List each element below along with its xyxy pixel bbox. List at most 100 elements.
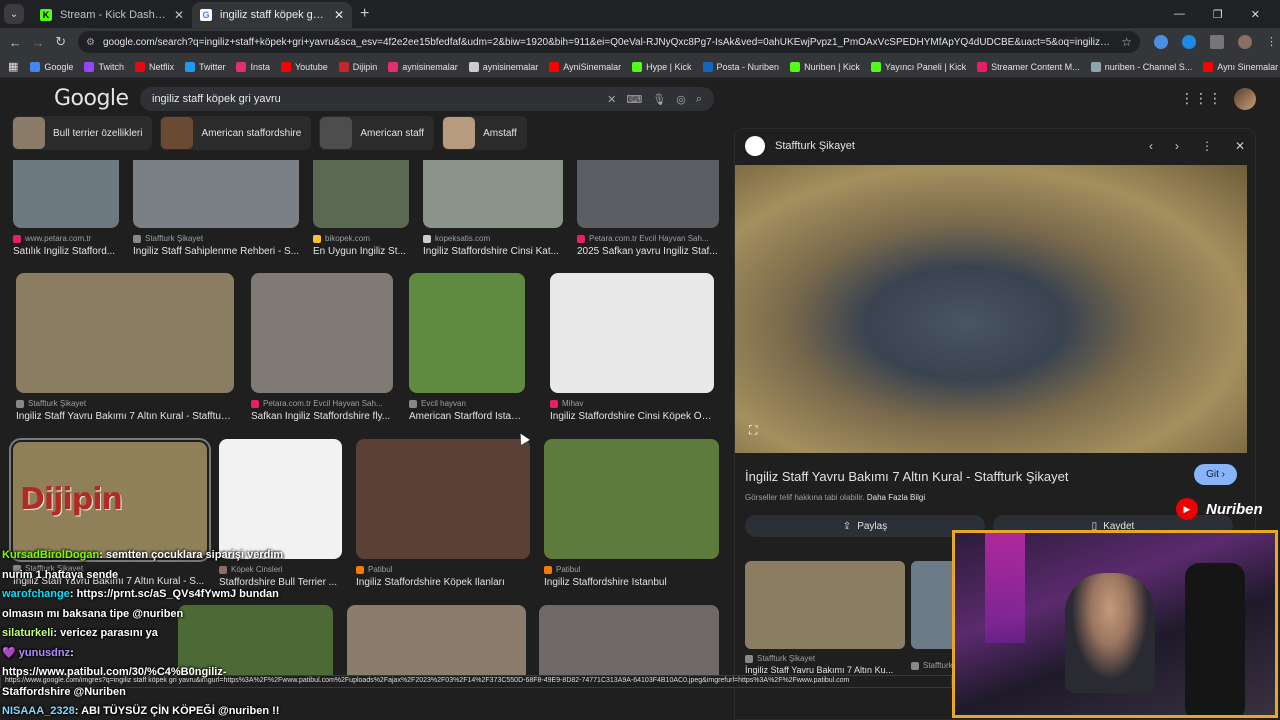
image-result[interactable]: Petara.com.tr Evcil Hayvan Sah... 2025 S… bbox=[577, 160, 719, 257]
forward-icon[interactable]: → bbox=[27, 35, 50, 50]
tab-search-button[interactable]: ⌄ bbox=[4, 4, 24, 24]
result-image[interactable] bbox=[550, 273, 714, 393]
image-result[interactable] bbox=[539, 605, 719, 685]
chip-american-staff[interactable]: American staff bbox=[319, 116, 435, 150]
result-image[interactable] bbox=[133, 160, 299, 228]
bookmark-item[interactable]: Dijipin bbox=[338, 61, 377, 72]
result-caption[interactable]: İngiliz Staffordshire İstanbul bbox=[544, 577, 719, 588]
menu-kebab-icon[interactable]: ⋮ bbox=[1266, 35, 1280, 49]
result-image[interactable] bbox=[219, 439, 342, 559]
result-image[interactable] bbox=[539, 605, 719, 685]
image-result[interactable]: Staffturk Şikayet İngiliz Staff Yavru Ba… bbox=[16, 273, 234, 422]
lens-icon[interactable]: ⛶ bbox=[749, 423, 757, 438]
bookmark-item[interactable]: Nuriben | Kick bbox=[790, 61, 860, 72]
result-image[interactable] bbox=[313, 160, 409, 228]
microphone-icon[interactable]: 🎙 bbox=[652, 93, 666, 106]
preview-title[interactable]: İngiliz Staff Yavru Bakımı 7 Altın Kural… bbox=[745, 469, 1068, 484]
restore-icon[interactable]: ❐ bbox=[1213, 8, 1223, 21]
next-icon[interactable]: › bbox=[1175, 139, 1179, 153]
preview-image[interactable]: ⛶ bbox=[735, 165, 1247, 453]
result-caption[interactable]: 2025 Safkan yavru İngiliz Staf... bbox=[577, 246, 719, 257]
minimize-icon[interactable]: — bbox=[1174, 8, 1185, 21]
bookmark-item[interactable]: Hype | Kick bbox=[632, 61, 692, 72]
bookmark-item[interactable]: AyniSinemalar bbox=[549, 61, 621, 72]
close-icon[interactable]: ✕ bbox=[1235, 139, 1245, 153]
image-result[interactable]: bikopek.com En Uygun İngiliz St... bbox=[313, 160, 409, 257]
result-image[interactable] bbox=[251, 273, 393, 393]
result-caption[interactable]: İngiliz Staffordshire Cinsi Köpek Öze... bbox=[550, 411, 714, 422]
bookmark-item[interactable]: Google bbox=[30, 61, 73, 72]
result-caption[interactable]: İngiliz Staff Sahiplenme Rehberi - S... bbox=[133, 246, 299, 257]
image-result[interactable]: Staffturk Şikayet İngiliz Staff Sahiplen… bbox=[133, 160, 299, 257]
image-result[interactable]: Patibul İngiliz Staffordshire Köpek İlan… bbox=[356, 439, 530, 588]
result-image[interactable] bbox=[409, 273, 525, 393]
close-tab-icon[interactable]: ✕ bbox=[174, 8, 184, 22]
bookmark-item[interactable]: Youtube bbox=[281, 61, 328, 72]
image-result[interactable]: Mihav İngiliz Staffordshire Cinsi Köpek … bbox=[550, 273, 714, 422]
avatar[interactable] bbox=[1234, 88, 1256, 110]
close-tab-icon[interactable]: ✕ bbox=[334, 8, 344, 22]
bookmark-star-icon[interactable]: ☆ bbox=[1121, 35, 1132, 49]
result-caption[interactable]: Safkan İngiliz Staffordshire fly... bbox=[251, 411, 393, 422]
share-button[interactable]: ⇪ Paylaş bbox=[745, 515, 985, 537]
result-caption[interactable]: İngiliz Staffordshire Cinsi Kat... bbox=[423, 246, 563, 257]
result-image[interactable] bbox=[16, 273, 234, 393]
bookmark-item[interactable]: Streamer Content M... bbox=[977, 61, 1080, 72]
url-text[interactable]: google.com/search?q=ingiliz+staff+köpek+… bbox=[103, 37, 1113, 48]
search-input[interactable]: ingiliz staff köpek gri yavru bbox=[152, 93, 597, 105]
image-result[interactable]: Petara.com.tr Evcil Hayvan Sah... Safkan… bbox=[251, 273, 393, 422]
lens-icon[interactable]: ◎ bbox=[676, 93, 686, 106]
close-window-icon[interactable]: ✕ bbox=[1251, 8, 1260, 21]
bookmark-item[interactable]: Aynı Sinemalar - Ça... bbox=[1203, 61, 1280, 72]
result-image[interactable] bbox=[13, 160, 119, 228]
image-result[interactable] bbox=[347, 605, 526, 685]
result-caption[interactable]: İngiliz Staff Yavru Bakımı 7 Altın Kural… bbox=[16, 411, 234, 422]
bookmark-item[interactable]: Insta bbox=[236, 61, 270, 72]
previous-icon[interactable]: ‹ bbox=[1149, 139, 1153, 153]
extension-icon[interactable] bbox=[1182, 35, 1197, 49]
search-icon[interactable]: ⌕ bbox=[696, 93, 702, 106]
result-caption[interactable]: Satılık İngiliz Stafford... bbox=[13, 246, 119, 257]
bookmark-item[interactable]: Netflix bbox=[134, 61, 174, 72]
bookmark-item[interactable]: nuriben - Channel S... bbox=[1090, 61, 1192, 72]
related-caption[interactable]: İngiliz Staff Yavru Bakımı 7 Altın Ku... bbox=[745, 665, 905, 675]
result-caption[interactable]: En Uygun İngiliz St... bbox=[313, 246, 409, 257]
image-result[interactable]: Evcil hayvan American Starfford İstanbul bbox=[409, 273, 525, 422]
result-image[interactable] bbox=[356, 439, 530, 559]
result-caption[interactable]: American Starfford İstanbul bbox=[409, 411, 525, 422]
back-icon[interactable]: ← bbox=[4, 35, 27, 50]
image-result[interactable]: Patibul İngiliz Staffordshire İstanbul bbox=[544, 439, 719, 588]
bookmark-item[interactable]: aynisinemalar bbox=[468, 61, 538, 72]
more-options-icon[interactable]: ⋮ bbox=[1201, 139, 1213, 153]
image-result[interactable]: www.petara.com.tr Satılık İngiliz Staffo… bbox=[13, 160, 119, 257]
new-tab-button[interactable]: + bbox=[360, 5, 369, 23]
chip-amstaff[interactable]: Amstaff bbox=[442, 116, 527, 150]
puzzle-icon[interactable] bbox=[1210, 35, 1225, 49]
tab-kick-dashboard[interactable]: K Stream - Kick Dashboard ✕ bbox=[32, 2, 192, 28]
reload-icon[interactable]: ↻ bbox=[49, 34, 72, 50]
go-button[interactable]: Git › bbox=[1194, 464, 1237, 485]
clear-icon[interactable]: ✕ bbox=[607, 93, 616, 106]
google-apps-icon[interactable]: ⋮⋮⋮ bbox=[1180, 90, 1222, 107]
result-image[interactable] bbox=[577, 160, 719, 228]
tab-google-images[interactable]: G ingiliz staff köpek gri yavru - Go ✕ bbox=[192, 2, 352, 28]
profile-icon[interactable] bbox=[1238, 35, 1253, 49]
result-caption[interactable]: İngiliz Staffordshire Köpek İlanları bbox=[356, 577, 530, 588]
keyboard-icon[interactable]: ⌨ bbox=[626, 93, 642, 106]
chip-bull-terrier[interactable]: Bull terrier özellikleri bbox=[12, 116, 153, 150]
bookmark-item[interactable]: Twitch bbox=[84, 61, 124, 72]
result-image[interactable] bbox=[544, 439, 719, 559]
bookmark-item[interactable]: aynisinemalar bbox=[388, 61, 458, 72]
apps-grid-icon[interactable]: ▦ bbox=[8, 60, 18, 73]
result-image[interactable] bbox=[347, 605, 526, 685]
result-image[interactable] bbox=[423, 160, 563, 228]
chip-american-staffordshire[interactable]: American staffordshire bbox=[160, 116, 312, 150]
address-bar[interactable]: ⚙ google.com/search?q=ingiliz+staff+köpe… bbox=[78, 31, 1141, 53]
shield-extension-icon[interactable] bbox=[1154, 35, 1169, 49]
related-image[interactable] bbox=[745, 561, 905, 649]
search-box[interactable]: ingiliz staff köpek gri yavru ✕ ⌨ 🎙 ◎ ⌕ bbox=[140, 87, 714, 111]
bookmark-item[interactable]: Yayıncı Paneli | Kick bbox=[870, 61, 966, 72]
image-result[interactable]: kopeksatis.com İngiliz Staffordshire Cin… bbox=[423, 160, 563, 257]
bookmark-item[interactable]: Twitter bbox=[184, 61, 225, 72]
learn-more-link[interactable]: Daha Fazla Bilgi bbox=[867, 493, 925, 502]
